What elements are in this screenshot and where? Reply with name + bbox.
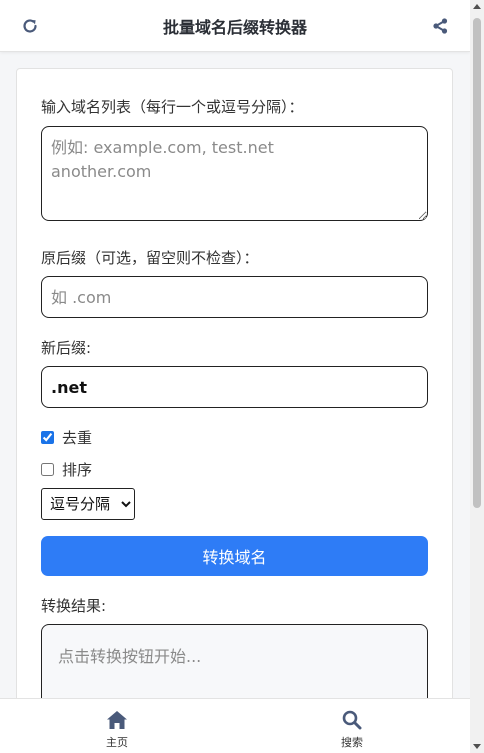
dedupe-label: 去重 — [62, 429, 93, 447]
sort-option: 排序 — [41, 459, 92, 480]
search-icon — [341, 709, 363, 731]
home-icon — [106, 709, 128, 731]
refresh-icon[interactable] — [20, 15, 40, 37]
page-title: 批量域名后缀转换器 — [162, 17, 307, 37]
top-bar: 批量域名后缀转换器 — [0, 0, 470, 52]
nav-home[interactable]: 主页 — [57, 699, 177, 753]
scrollbar[interactable] — [470, 0, 484, 753]
domains-label: 输入域名列表（每行一个或逗号分隔）： — [41, 98, 304, 116]
dedupe-option: 去重 — [41, 427, 92, 448]
old-suffix-input[interactable] — [41, 276, 428, 318]
nav-search-label: 搜索 — [341, 736, 363, 749]
separator-select[interactable]: 逗号分隔 — [41, 488, 135, 520]
scroll-down-arrow-icon[interactable] — [473, 744, 481, 749]
nav-home-label: 主页 — [106, 736, 128, 749]
nav-search[interactable]: 搜索 — [292, 699, 412, 753]
old-suffix-label: 原后缀（可选，留空则不检查）： — [41, 249, 259, 267]
sort-checkbox[interactable] — [41, 463, 54, 476]
dedupe-checkbox[interactable] — [41, 431, 54, 444]
result-label: 转换结果: — [41, 597, 107, 615]
new-suffix-label: 新后缀: — [41, 339, 92, 357]
share-icon[interactable] — [430, 15, 450, 37]
convert-button[interactable]: 转换域名 — [41, 536, 428, 576]
bottom-nav: 主页 搜索 — [0, 698, 470, 753]
scroll-up-arrow-icon[interactable] — [473, 4, 481, 9]
scrollbar-thumb[interactable] — [473, 18, 481, 508]
domains-textarea[interactable] — [41, 126, 428, 221]
new-suffix-input[interactable] — [41, 366, 428, 408]
sort-label: 排序 — [62, 461, 93, 479]
